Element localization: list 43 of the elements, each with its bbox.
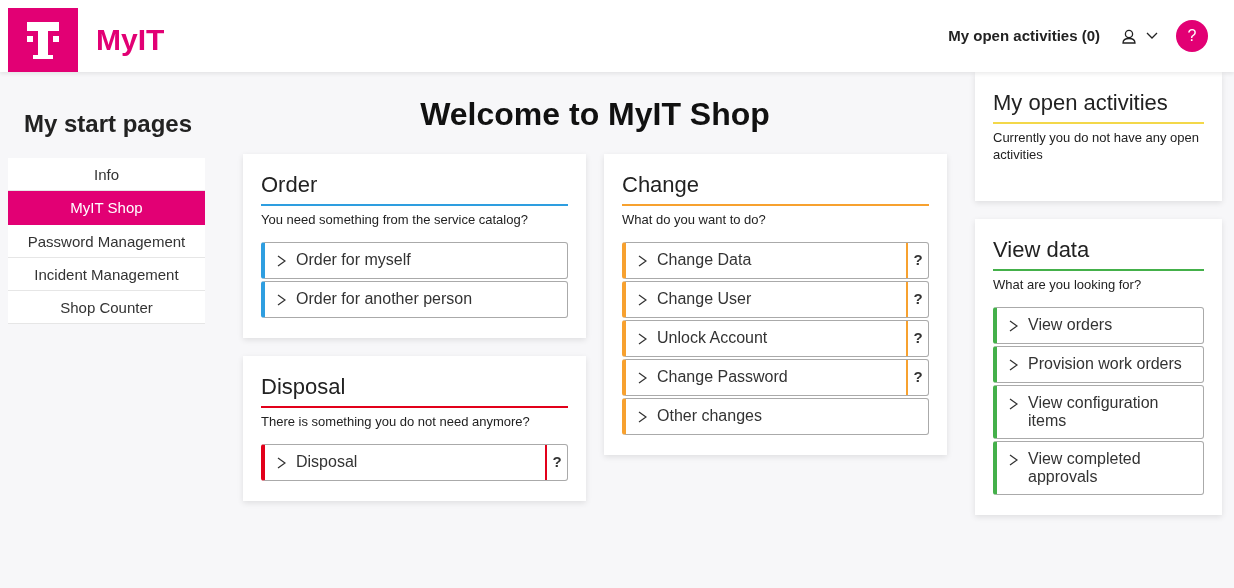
help-button[interactable]: ? [906,360,928,395]
card-title: Change [622,171,701,199]
app-name: MyIT [96,21,165,58]
help-button[interactable]: ? [906,321,928,356]
help-button[interactable]: ? [545,445,567,480]
sidebar-item[interactable]: Shop Counter [8,291,205,324]
sidebar-title: My start pages [24,109,194,139]
card-title: My open activities [993,89,1169,117]
card-subtitle: There is something you do not need anymore? [261,413,531,430]
menu-link[interactable]: Change Data [626,243,906,278]
chevron-right-icon [1009,454,1018,466]
chevron-right-icon [638,294,647,306]
menu-link[interactable]: Change Password [626,360,906,395]
chevron-right-icon [277,457,286,469]
menu-link[interactable]: Disposal [265,445,545,480]
chevron-right-icon [638,255,647,267]
chevron-right-icon [1009,320,1018,332]
page-title: Welcome to MyIT Shop [419,95,771,134]
chevron-right-icon [1009,398,1018,410]
sidebar-item[interactable]: Password Management [8,225,205,258]
sidebar-item[interactable]: MyIT Shop [8,191,205,225]
sidebar-item[interactable]: Incident Management [8,258,205,291]
menu-link[interactable]: Unlock Account [626,321,906,356]
card-subtitle: What are you looking for? [993,276,1143,293]
card-subtitle: Currently you do not have any open activities [993,129,1200,164]
card-title: View data [993,236,1091,264]
help-button[interactable]: ? [906,282,928,317]
chevron-right-icon [638,372,647,384]
help-button[interactable]: ? [906,243,928,278]
help-button[interactable]: ? [1176,20,1208,52]
chevron-right-icon [277,294,286,306]
chevron-right-icon [277,255,286,267]
card-title: Order [261,171,319,199]
open-activities-link[interactable]: My open activities (0) [948,24,1100,48]
chevron-down-icon[interactable] [1146,32,1158,40]
chevron-right-icon [638,411,647,423]
card-subtitle: What do you want to do? [622,211,767,228]
menu-link[interactable]: Change User [626,282,906,317]
chevron-right-icon [1009,359,1018,371]
user-icon[interactable] [1122,28,1136,44]
chevron-right-icon [638,333,647,345]
card-subtitle: You need something from the service catalog? [261,211,529,228]
card-title: Disposal [261,373,347,401]
